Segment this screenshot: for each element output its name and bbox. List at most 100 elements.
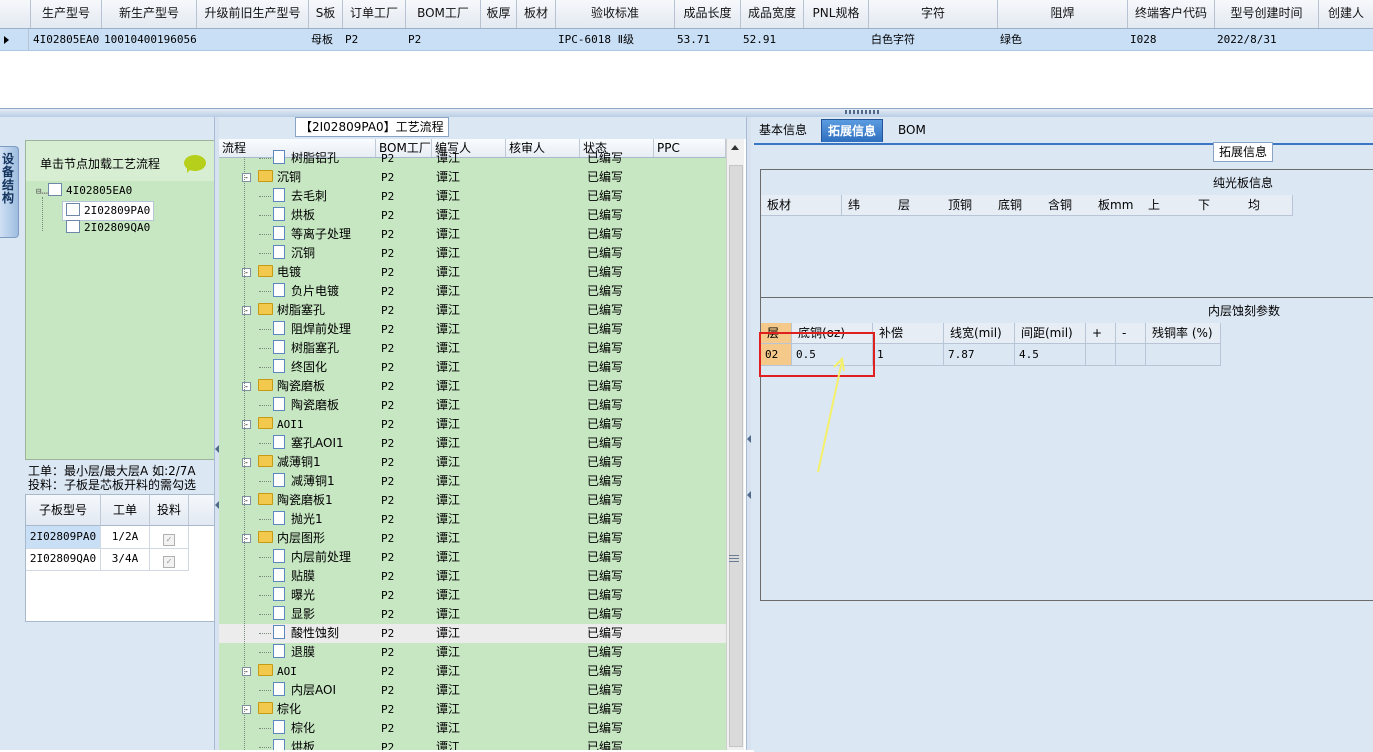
cell-pnl[interactable] — [804, 29, 870, 50]
process-step-row[interactable]: 负片电镀 P2 谭江 已编写 — [219, 282, 726, 301]
tab-bom[interactable]: BOM — [892, 119, 932, 141]
col-header[interactable]: 新生产型号 — [102, 0, 197, 28]
status-cell[interactable]: 已编写 — [587, 244, 623, 263]
process-name-cell[interactable]: 烘板 — [259, 206, 315, 225]
status-cell[interactable]: 已编写 — [587, 301, 623, 320]
process-name-cell[interactable]: 终固化 — [259, 358, 327, 377]
cell-material[interactable] — [517, 29, 557, 50]
cell-customer[interactable]: I028 — [1128, 29, 1216, 50]
cell-feed[interactable]: ✓ — [150, 548, 189, 571]
status-cell[interactable]: 已编写 — [587, 415, 623, 434]
writer-cell[interactable]: 谭江 — [436, 510, 460, 529]
row-selector-arrow-icon[interactable] — [0, 29, 29, 50]
bom-factory-cell[interactable]: P2 — [381, 168, 394, 187]
process-group-row[interactable]: - 树脂塞孔 P2 谭江 已编写 — [219, 301, 726, 320]
bom-factory-cell[interactable]: P2 — [381, 320, 394, 339]
speech-bubble-icon[interactable] — [184, 155, 206, 173]
writer-cell[interactable]: 谭江 — [436, 263, 460, 282]
col-header[interactable]: 终端客户代码 — [1128, 0, 1215, 28]
cell-sub-model[interactable]: 2I02809PA0 — [26, 526, 101, 549]
writer-cell[interactable]: 谭江 — [436, 301, 460, 320]
writer-cell[interactable]: 谭江 — [436, 643, 460, 662]
status-cell[interactable]: 已编写 — [587, 377, 623, 396]
process-name-cell[interactable]: 树脂塞孔 — [259, 339, 339, 358]
tree-node-child[interactable]: 2I02809PA0 — [62, 201, 155, 221]
process-step-row[interactable]: 退膜 P2 谭江 已编写 — [219, 643, 726, 662]
process-step-row[interactable]: 内层AOI P2 谭江 已编写 — [219, 681, 726, 700]
bom-factory-cell[interactable]: P2 — [381, 719, 394, 738]
cell-order-factory[interactable]: P2 — [343, 29, 407, 50]
writer-cell[interactable]: 谭江 — [436, 282, 460, 301]
bom-factory-cell[interactable]: P2 — [381, 662, 394, 681]
col-header[interactable]: 板材 — [517, 0, 556, 28]
bom-factory-cell[interactable]: P2 — [381, 586, 394, 605]
bom-factory-cell[interactable]: P2 — [381, 301, 394, 320]
process-name-cell[interactable]: - 陶瓷磨板1 — [239, 491, 333, 510]
col-header[interactable]: 纬 — [842, 195, 893, 216]
writer-cell[interactable]: 谭江 — [436, 472, 460, 491]
bom-factory-cell[interactable]: P2 — [381, 643, 394, 662]
process-name-cell[interactable]: 曝光 — [259, 586, 315, 605]
bom-factory-cell[interactable]: P2 — [381, 472, 394, 491]
writer-cell[interactable]: 谭江 — [436, 624, 460, 643]
writer-cell[interactable]: 谭江 — [436, 529, 460, 548]
process-group-row[interactable]: - 陶瓷磨板1 P2 谭江 已编写 — [219, 491, 726, 510]
col-header[interactable]: 层 — [892, 195, 943, 216]
status-cell[interactable]: 已编写 — [587, 643, 623, 662]
col-header[interactable]: 间距(mil) — [1015, 323, 1086, 344]
status-cell[interactable]: 已编写 — [587, 624, 623, 643]
process-group-row[interactable]: - 陶瓷磨板 P2 谭江 已编写 — [219, 377, 726, 396]
status-cell[interactable]: 已编写 — [587, 738, 623, 750]
cell-created[interactable]: 2022/8/31 — [1215, 29, 1320, 50]
bom-factory-cell[interactable]: P2 — [381, 548, 394, 567]
process-step-row[interactable]: 曝光 P2 谭江 已编写 — [219, 586, 726, 605]
bom-factory-cell[interactable]: P2 — [381, 282, 394, 301]
writer-cell[interactable]: 谭江 — [436, 187, 460, 206]
col-header[interactable]: 订单工厂 — [343, 0, 406, 28]
col-header[interactable]: 成品长度 — [675, 0, 741, 28]
process-step-row[interactable]: 减薄铜1 P2 谭江 已编写 — [219, 472, 726, 491]
col-header[interactable]: + — [1086, 323, 1116, 344]
col-header[interactable]: 投料 — [150, 495, 189, 526]
bom-factory-cell[interactable]: P2 — [381, 491, 394, 510]
bom-factory-cell[interactable]: P2 — [381, 434, 394, 453]
cell-minus[interactable] — [1116, 344, 1146, 366]
process-name-cell[interactable]: - 棕化 — [239, 700, 301, 719]
process-step-row[interactable]: 阻焊前处理 P2 谭江 已编写 — [219, 320, 726, 339]
cell-char[interactable]: 白色字符 — [869, 29, 999, 50]
col-header[interactable]: 板厚 — [481, 0, 517, 28]
col-header[interactable]: PNL规格 — [804, 0, 869, 28]
bom-factory-cell[interactable]: P2 — [381, 624, 394, 643]
col-header[interactable]: 板mm — [1092, 195, 1143, 216]
col-header[interactable]: 下 — [1192, 195, 1243, 216]
col-header[interactable]: 补偿 — [873, 323, 944, 344]
process-group-row[interactable]: - AOI1 P2 谭江 已编写 — [219, 415, 726, 434]
tree-node-root[interactable]: ⊟… 4I02805EA0 — [36, 182, 132, 200]
bom-factory-cell[interactable]: P2 — [381, 510, 394, 529]
cell-width[interactable]: 52.91 — [741, 29, 805, 50]
col-header[interactable]: 工单 — [101, 495, 150, 526]
cell-new-model[interactable]: 10010400196056 — [102, 29, 198, 50]
process-name-cell[interactable]: 塞孔AOI1 — [259, 434, 344, 453]
vertical-tab-device-structure[interactable]: 设备结构 — [0, 146, 19, 238]
status-cell[interactable]: 已编写 — [587, 149, 623, 168]
cell-old-model[interactable] — [197, 29, 310, 50]
process-name-cell[interactable]: 退膜 — [259, 643, 315, 662]
writer-cell[interactable]: 谭江 — [436, 396, 460, 415]
col-header[interactable]: 生产型号 — [31, 0, 102, 28]
col-header[interactable]: 创建人 — [1319, 0, 1373, 28]
bom-factory-cell[interactable]: P2 — [381, 681, 394, 700]
status-cell[interactable]: 已编写 — [587, 225, 623, 244]
bom-factory-cell[interactable]: P2 — [381, 358, 394, 377]
status-cell[interactable]: 已编写 — [587, 719, 623, 738]
bom-factory-cell[interactable]: P2 — [381, 700, 394, 719]
bom-factory-cell[interactable]: P2 — [381, 263, 394, 282]
process-group-row[interactable]: - 棕化 P2 谭江 已编写 — [219, 700, 726, 719]
cell-line-width[interactable]: 7.87 — [944, 344, 1015, 366]
process-step-row[interactable]: 陶瓷磨板 P2 谭江 已编写 — [219, 396, 726, 415]
col-header[interactable]: BOM工厂 — [406, 0, 481, 28]
process-name-cell[interactable]: 沉铜 — [259, 244, 315, 263]
process-name-cell[interactable]: 酸性蚀刻 — [259, 624, 339, 643]
status-cell[interactable]: 已编写 — [587, 605, 623, 624]
tree-node-child[interactable]: 2I02809QA0 — [66, 219, 150, 237]
